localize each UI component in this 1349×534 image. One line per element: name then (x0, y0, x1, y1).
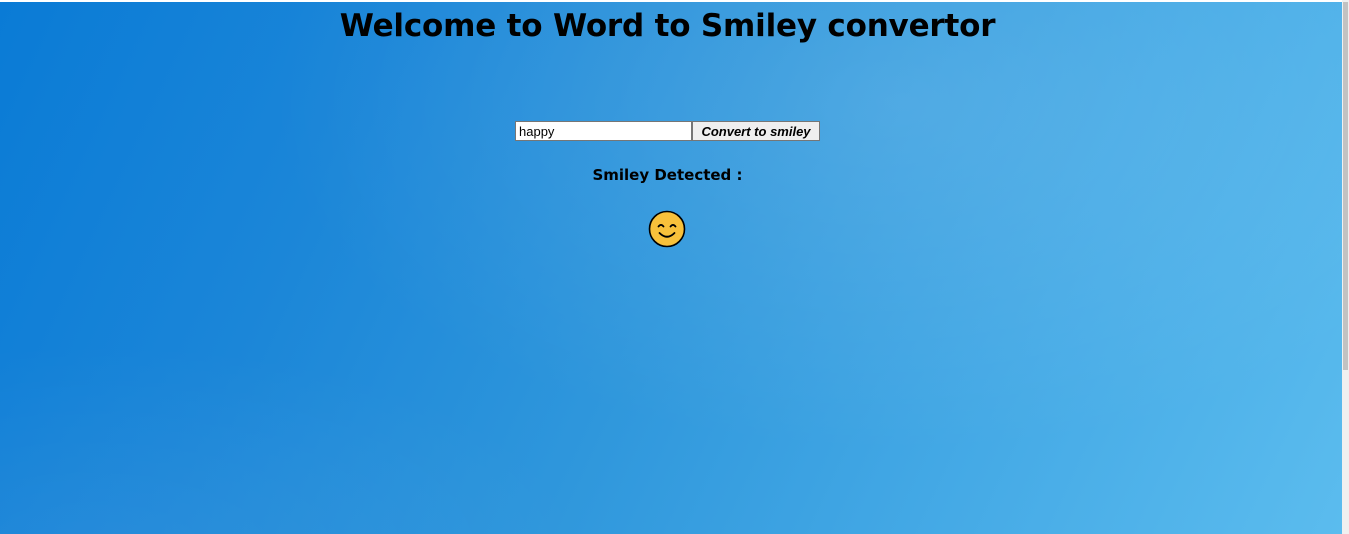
page-background: Welcome to Word to Smiley convertor Conv… (0, 2, 1342, 534)
convert-button[interactable]: Convert to smiley (692, 121, 820, 141)
word-input[interactable] (515, 121, 692, 141)
convert-form: Convert to smiley (515, 120, 820, 142)
page-title: Welcome to Word to Smiley convertor (339, 8, 996, 44)
smiley-detected-label: Smiley Detected : (592, 166, 743, 184)
scrollbar-thumb[interactable] (1343, 2, 1348, 370)
smiling-face-icon (648, 210, 686, 248)
